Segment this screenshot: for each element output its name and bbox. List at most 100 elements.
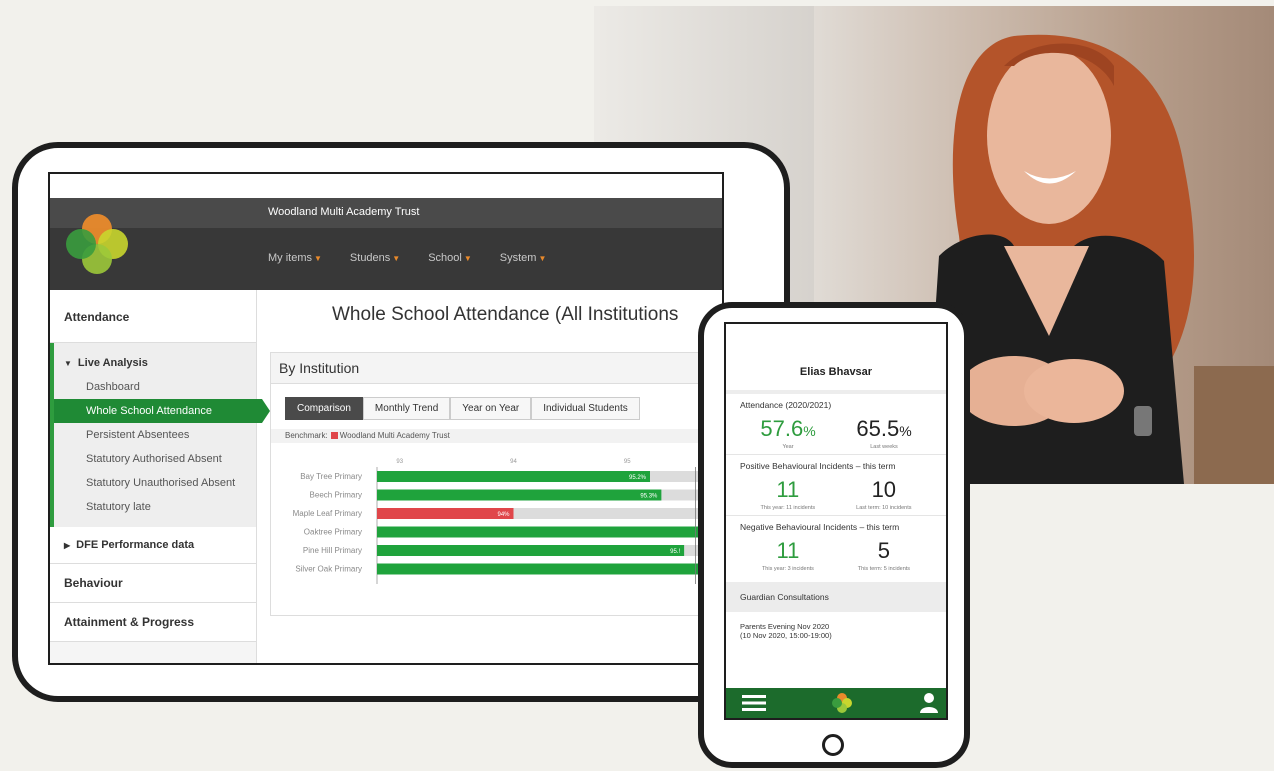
sidebar-group-title-label: Live Analysis xyxy=(77,357,148,369)
event-time: (10 Nov 2020, 15:00-19:00) xyxy=(740,631,832,640)
view-tabs: Comparison Monthly Trend Year on Year In… xyxy=(285,397,640,420)
benchmark-name: Woodland Multi Academy Trust xyxy=(339,431,450,440)
sidebar-item-attainment[interactable]: Attainment & Progress xyxy=(50,603,256,642)
nav-students[interactable]: Studens ▼ xyxy=(350,252,400,264)
nav-system[interactable]: System ▼ xyxy=(500,252,547,264)
sidebar-item-persistent-absentees[interactable]: Persistent Absentees xyxy=(54,423,256,447)
category-label: Bay Tree Primary xyxy=(300,472,362,481)
nav-system-label: System xyxy=(499,252,537,264)
category-label: Pine Hill Primary xyxy=(303,546,362,555)
institution-panel: By Institution Comparison Monthly Trend … xyxy=(270,352,722,616)
sidebar-item-dashboard[interactable]: Dashboard xyxy=(54,375,256,399)
sidebar-item-unauthorised-absent[interactable]: Statutory Unauthorised Absent xyxy=(54,471,256,495)
sidebar-heading-attendance[interactable]: Attendance xyxy=(50,290,256,343)
attendance-weeks-caption: Last weeks xyxy=(870,444,898,450)
data-label: 95.3% xyxy=(640,494,658,500)
bar xyxy=(377,526,719,538)
positive-term-value: 10 xyxy=(871,477,897,502)
positive-term-stat: 10 Last term: 10 incidents xyxy=(856,477,911,511)
legend-swatch xyxy=(330,432,338,440)
data-label: 94% xyxy=(497,512,510,518)
tab-comparison[interactable]: Comparison xyxy=(285,397,363,420)
attendance-bar-chart: 93 94 95 Bay Tree Primary 95.2% Beech Primary… xyxy=(293,459,722,584)
positive-title: Positive Behavioural Incidents – this te… xyxy=(740,461,896,471)
main-navbar: My items ▼ Studens ▼ School ▼ System ▼ xyxy=(50,228,722,290)
consultation-event[interactable]: Parents Evening Nov 2020 (10 Nov 2020, 1… xyxy=(726,612,946,640)
menu-icon[interactable] xyxy=(742,695,766,711)
positive-term-caption: Last term: 10 incidents xyxy=(856,505,912,511)
event-title: Parents Evening Nov 2020 xyxy=(740,622,830,631)
guardian-consultations-heading[interactable]: Guardian Consultations xyxy=(726,582,946,612)
phone-screen: Elias Bhavsar Attendance (2020/2021) 57.… xyxy=(724,322,948,720)
bar xyxy=(377,508,514,519)
sidebar-group-title[interactable]: ▼ Live Analysis xyxy=(54,351,256,375)
caret-down-icon: ▼ xyxy=(538,254,547,263)
sidebar: Attendance ▼ Live Analysis Dashboard Whol… xyxy=(50,290,270,663)
negative-year-caption: This year: 3 incidents xyxy=(761,566,814,572)
benchmark-label: Benchmark: xyxy=(285,431,328,440)
positive-year-value: 11 xyxy=(776,477,800,502)
attendance-year-unit: % xyxy=(803,423,816,439)
tab-year-on-year[interactable]: Year on Year xyxy=(450,397,532,420)
category-label: Oaktree Primary xyxy=(304,528,362,537)
org-bar: Woodland Multi Academy Trust xyxy=(50,198,722,228)
attendance-section: Attendance (2020/2021) 57.6% Year 65.5% … xyxy=(726,394,946,455)
phone-home-button[interactable] xyxy=(822,734,844,756)
triangle-right-icon: ▶ xyxy=(64,541,71,550)
sidebar-group-live-analysis: ▼ Live Analysis Dashboard Whole School At… xyxy=(50,343,270,527)
user-profile-icon[interactable] xyxy=(920,693,938,713)
tab-individual-students[interactable]: Individual Students xyxy=(531,397,640,420)
bar xyxy=(377,545,685,556)
sidebar-item-dfe[interactable]: ▶ DFE Performance data xyxy=(50,527,256,564)
data-label: 95.! xyxy=(670,549,680,555)
x-tick-label: 94 xyxy=(510,459,517,465)
attendance-weeks-unit: % xyxy=(899,423,912,439)
sidebar-item-behaviour[interactable]: Behaviour xyxy=(50,564,256,603)
category-label: Maple Leaf Primary xyxy=(293,509,362,518)
attendance-year-value: 57.6 xyxy=(760,416,804,441)
negative-term-value: 5 xyxy=(877,538,891,563)
bar xyxy=(377,563,719,575)
triangle-down-icon: ▼ xyxy=(64,359,72,368)
sidebar-item-statutory-late[interactable]: Statutory late xyxy=(54,495,256,519)
positive-year-caption: This year: 11 incidents xyxy=(760,505,816,511)
category-label: Beech Primary xyxy=(310,491,362,500)
student-name: Elias Bhavsar xyxy=(726,324,946,394)
clover-logo-icon[interactable] xyxy=(64,212,130,278)
negative-year-value: 11 xyxy=(776,538,800,563)
bar xyxy=(377,489,662,501)
panel-title: By Institution xyxy=(271,353,722,384)
negative-section: Negative Behavioural Incidents – this te… xyxy=(726,516,946,576)
org-name: Woodland Multi Academy Trust xyxy=(268,206,420,218)
sidebar-dfe-label: DFE Performance data xyxy=(76,539,195,551)
nav-my-items[interactable]: My items ▼ xyxy=(268,252,322,264)
x-tick-label: 95 xyxy=(624,459,631,465)
attendance-weeks-value: 65.5 xyxy=(856,416,900,441)
attendance-year-stat: 57.6% Year xyxy=(760,416,815,450)
caret-down-icon: ▼ xyxy=(314,254,322,263)
tab-monthly-trend[interactable]: Monthly Trend xyxy=(362,397,451,420)
sidebar-item-authorised-absent[interactable]: Statutory Authorised Absent xyxy=(54,447,256,471)
negative-term-caption: This term: 5 incidents xyxy=(857,566,911,572)
caret-down-icon: ▼ xyxy=(463,254,472,263)
benchmark-legend: Benchmark: Woodland Multi Academy Trust xyxy=(271,429,722,443)
negative-title: Negative Behavioural Incidents – this te… xyxy=(740,522,900,532)
attendance-year-caption: Year xyxy=(782,444,794,450)
attendance-title: Attendance (2020/2021) xyxy=(740,400,832,410)
nav-school-label: School xyxy=(428,252,462,264)
x-tick-label: 93 xyxy=(396,459,403,465)
tablet-screen: Woodland Multi Academy Trust My items ▼ S… xyxy=(48,172,724,665)
nav-school[interactable]: School ▼ xyxy=(428,252,472,264)
nav-students-label: Studens xyxy=(349,252,391,264)
clover-home-icon[interactable] xyxy=(831,692,853,714)
positive-year-stat: 11 This year: 11 incidents xyxy=(761,477,816,511)
attendance-weeks-stat: 65.5% Last weeks xyxy=(856,416,911,450)
nav-my-items-label: My items xyxy=(268,252,312,264)
bar xyxy=(377,471,650,482)
data-label: 95.2% xyxy=(629,475,647,481)
positive-section: Positive Behavioural Incidents – this te… xyxy=(726,455,946,516)
phone-bottom-bar xyxy=(726,688,946,718)
negative-year-stat: 11 This year: 3 incidents xyxy=(762,538,814,572)
caret-down-icon: ▼ xyxy=(392,254,401,263)
sidebar-item-whole-school-attendance[interactable]: Whole School Attendance xyxy=(54,399,270,423)
